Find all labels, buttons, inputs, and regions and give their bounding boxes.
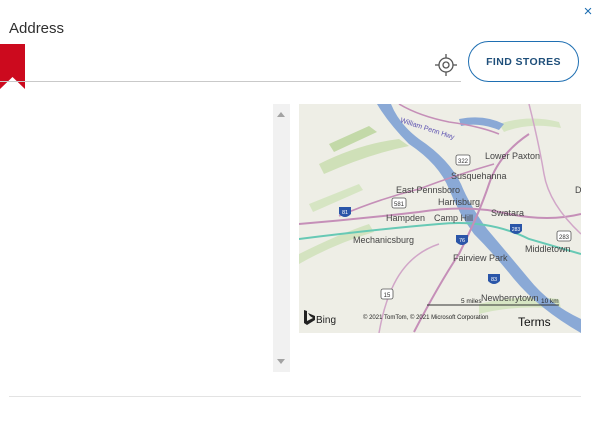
address-label: Address <box>9 20 65 37</box>
results-scrollbar[interactable] <box>273 104 290 372</box>
svg-text:322: 322 <box>458 159 469 165</box>
map-label-east-pennsboro: East Pennsboro <box>396 185 460 195</box>
svg-text:76: 76 <box>459 238 465 244</box>
route-shield-15: 15 <box>380 288 394 300</box>
section-divider <box>9 396 581 397</box>
map-terms-link[interactable]: Terms <box>518 315 551 329</box>
svg-text:83: 83 <box>491 277 497 283</box>
route-shield-76: 76 <box>456 235 468 245</box>
map-label-hampden: Hampden <box>386 213 425 223</box>
map-label-swatara: Swatara <box>491 208 524 218</box>
route-shield-81: 81 <box>339 207 351 217</box>
map-label-d: D <box>575 185 581 195</box>
route-shield-322: 322 <box>455 154 471 166</box>
route-shield-283b: 283 <box>556 230 572 242</box>
map-copyright: © 2021 TomTom, © 2021 Microsoft Corporat… <box>363 314 488 321</box>
route-shield-581: 581 <box>391 197 407 209</box>
scale-miles-label: 5 miles <box>461 298 482 305</box>
map-label-middletown: Middletown <box>525 244 571 254</box>
svg-text:581: 581 <box>394 202 405 208</box>
svg-text:283: 283 <box>512 227 521 233</box>
bookmark-ribbon-icon <box>0 44 25 89</box>
scale-km-label: 10 km <box>541 298 559 305</box>
route-shield-283: 283 <box>510 224 522 234</box>
map-view[interactable]: William Penn Hwy Lower Paxton Susquehann… <box>299 104 581 333</box>
scroll-up-arrow-icon[interactable] <box>277 112 285 117</box>
svg-text:81: 81 <box>342 210 348 216</box>
map-label-camp-hill: Camp Hill <box>434 213 473 223</box>
map-label-fairview-park: Fairview Park <box>453 253 508 263</box>
svg-text:15: 15 <box>384 293 391 299</box>
map-label-newberrytown: Newberrytown <box>481 293 539 303</box>
route-shield-83: 83 <box>488 274 500 284</box>
map-label-harrisburg: Harrisburg <box>438 197 480 207</box>
crosshair-locate-icon[interactable] <box>434 53 458 77</box>
address-underline <box>0 81 461 82</box>
svg-text:Bing: Bing <box>316 315 336 326</box>
store-locator-panel: × Address FIND STORES William Penn Hwy L… <box>0 0 610 425</box>
find-stores-button[interactable]: FIND STORES <box>468 41 579 82</box>
map-label-susquehanna: Susquehanna <box>451 171 507 181</box>
map-label-mechanicsburg: Mechanicsburg <box>353 235 414 245</box>
svg-text:283: 283 <box>559 235 570 241</box>
close-icon[interactable]: × <box>581 4 595 19</box>
scroll-down-arrow-icon[interactable] <box>277 359 285 364</box>
address-input[interactable] <box>30 52 425 78</box>
map-label-lower-paxton: Lower Paxton <box>485 151 540 161</box>
